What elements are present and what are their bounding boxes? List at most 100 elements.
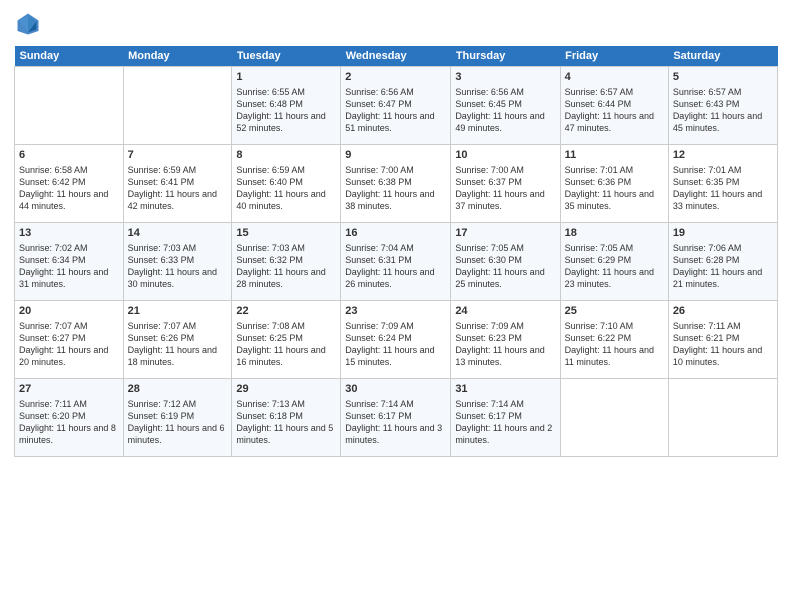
sunset: Sunset: 6:20 PM	[19, 411, 86, 421]
sunset: Sunset: 6:32 PM	[236, 255, 303, 265]
day-number: 9	[345, 148, 446, 163]
day-number: 18	[565, 226, 664, 241]
daylight-hours: Daylight: 11 hours and 16 minutes.	[236, 345, 325, 367]
empty-cell	[560, 379, 668, 457]
sunrise: Sunrise: 7:06 AM	[673, 243, 742, 253]
sunset: Sunset: 6:42 PM	[19, 177, 86, 187]
sunrise: Sunrise: 7:04 AM	[345, 243, 414, 253]
sunrise: Sunrise: 6:59 AM	[236, 165, 305, 175]
day-number: 13	[19, 226, 119, 241]
sunset: Sunset: 6:22 PM	[565, 333, 632, 343]
sunrise: Sunrise: 6:58 AM	[19, 165, 88, 175]
sunset: Sunset: 6:27 PM	[19, 333, 86, 343]
sunset: Sunset: 6:35 PM	[673, 177, 740, 187]
daylight-hours: Daylight: 11 hours and 11 minutes.	[565, 345, 654, 367]
day-number: 25	[565, 304, 664, 319]
day-cell-27: 27Sunrise: 7:11 AMSunset: 6:20 PMDayligh…	[15, 379, 124, 457]
weekday-header-row: SundayMondayTuesdayWednesdayThursdayFrid…	[15, 46, 778, 67]
weekday-monday: Monday	[123, 46, 232, 67]
sunset: Sunset: 6:28 PM	[673, 255, 740, 265]
sunrise: Sunrise: 7:09 AM	[345, 321, 414, 331]
daylight-hours: Daylight: 11 hours and 2 minutes.	[455, 423, 552, 445]
day-cell-31: 31Sunrise: 7:14 AMSunset: 6:17 PMDayligh…	[451, 379, 560, 457]
sunset: Sunset: 6:21 PM	[673, 333, 740, 343]
day-cell-10: 10Sunrise: 7:00 AMSunset: 6:37 PMDayligh…	[451, 145, 560, 223]
daylight-hours: Daylight: 11 hours and 45 minutes.	[673, 111, 762, 133]
day-cell-3: 3Sunrise: 6:56 AMSunset: 6:45 PMDaylight…	[451, 67, 560, 145]
day-cell-17: 17Sunrise: 7:05 AMSunset: 6:30 PMDayligh…	[451, 223, 560, 301]
sunrise: Sunrise: 6:56 AM	[345, 87, 414, 97]
sunrise: Sunrise: 6:57 AM	[565, 87, 634, 97]
sunset: Sunset: 6:40 PM	[236, 177, 303, 187]
sunrise: Sunrise: 7:07 AM	[128, 321, 197, 331]
sunset: Sunset: 6:18 PM	[236, 411, 303, 421]
daylight-hours: Daylight: 11 hours and 35 minutes.	[565, 189, 654, 211]
sunset: Sunset: 6:19 PM	[128, 411, 195, 421]
weekday-wednesday: Wednesday	[341, 46, 451, 67]
day-cell-25: 25 Sunrise: 7:10 AM Sunset: 6:22 PM Dayligh…	[560, 301, 668, 379]
sunset: Sunset: 6:48 PM	[236, 99, 303, 109]
daylight-hours: Daylight: 11 hours and 33 minutes.	[673, 189, 762, 211]
day-number: 31	[455, 382, 555, 397]
empty-cell	[668, 379, 777, 457]
day-number: 7	[128, 148, 228, 163]
day-number: 17	[455, 226, 555, 241]
sunset: Sunset: 6:33 PM	[128, 255, 195, 265]
daylight-hours: Daylight: 11 hours and 6 minutes.	[128, 423, 225, 445]
sunrise: Sunrise: 7:12 AM	[128, 399, 197, 409]
daylight-hours: Daylight: 11 hours and 51 minutes.	[345, 111, 434, 133]
empty-cell	[123, 67, 232, 145]
day-cell-4: 4Sunrise: 6:57 AMSunset: 6:44 PMDaylight…	[560, 67, 668, 145]
daylight-hours: Daylight: 11 hours and 38 minutes.	[345, 189, 434, 211]
sunrise: Sunrise: 6:57 AM	[673, 87, 742, 97]
header	[14, 10, 778, 38]
sunset: Sunset: 6:43 PM	[673, 99, 740, 109]
sunset: Sunset: 6:30 PM	[455, 255, 522, 265]
day-number: 21	[128, 304, 228, 319]
daylight-hours: Daylight: 11 hours and 49 minutes.	[455, 111, 544, 133]
day-number: 3	[455, 70, 555, 85]
weekday-sunday: Sunday	[15, 46, 124, 67]
calendar-table: SundayMondayTuesdayWednesdayThursdayFrid…	[14, 46, 778, 457]
week-row-2: 6Sunrise: 6:58 AMSunset: 6:42 PMDaylight…	[15, 145, 778, 223]
sunset: Sunset: 6:34 PM	[19, 255, 86, 265]
day-number: 1	[236, 70, 336, 85]
day-number: 5	[673, 70, 773, 85]
page-container: SundayMondayTuesdayWednesdayThursdayFrid…	[0, 0, 792, 463]
sunset: Sunset: 6:41 PM	[128, 177, 195, 187]
day-cell-30: 30Sunrise: 7:14 AMSunset: 6:17 PMDayligh…	[341, 379, 451, 457]
sunrise: Sunrise: 7:05 AM	[455, 243, 524, 253]
sunrise: Sunrise: 7:10 AM	[565, 321, 634, 331]
day-number: 10	[455, 148, 555, 163]
day-cell-24: 24Sunrise: 7:09 AMSunset: 6:23 PMDayligh…	[451, 301, 560, 379]
sunrise: Sunrise: 7:01 AM	[673, 165, 742, 175]
day-number: 14	[128, 226, 228, 241]
sunrise: Sunrise: 7:13 AM	[236, 399, 305, 409]
day-cell-6: 6Sunrise: 6:58 AMSunset: 6:42 PMDaylight…	[15, 145, 124, 223]
sunrise: Sunrise: 7:09 AM	[455, 321, 524, 331]
daylight-hours: Daylight: 11 hours and 15 minutes.	[345, 345, 434, 367]
daylight-hours: Daylight: 11 hours and 5 minutes.	[236, 423, 333, 445]
logo	[14, 10, 44, 38]
sunrise: Sunrise: 6:59 AM	[128, 165, 197, 175]
day-number: 2	[345, 70, 446, 85]
sunset: Sunset: 6:25 PM	[236, 333, 303, 343]
daylight-hours: Daylight: 11 hours and 20 minutes.	[19, 345, 108, 367]
day-number: 12	[673, 148, 773, 163]
day-number: 27	[19, 382, 119, 397]
day-cell-13: 13Sunrise: 7:02 AMSunset: 6:34 PMDayligh…	[15, 223, 124, 301]
daylight-hours: Daylight: 11 hours and 23 minutes.	[565, 267, 654, 289]
day-number: 8	[236, 148, 336, 163]
sunrise: Sunrise: 7:00 AM	[455, 165, 524, 175]
sunrise: Sunrise: 7:08 AM	[236, 321, 305, 331]
day-cell-14: 14Sunrise: 7:03 AMSunset: 6:33 PMDayligh…	[123, 223, 232, 301]
day-cell-28: 28Sunrise: 7:12 AMSunset: 6:19 PMDayligh…	[123, 379, 232, 457]
logo-icon	[14, 10, 42, 38]
sunset: Sunset: 6:17 PM	[455, 411, 522, 421]
sunset: Sunset: 6:38 PM	[345, 177, 412, 187]
daylight-hours: Daylight: 11 hours and 8 minutes.	[19, 423, 116, 445]
sunrise: Sunrise: 7:11 AM	[673, 321, 741, 331]
sunset: Sunset: 6:36 PM	[565, 177, 632, 187]
day-number: 16	[345, 226, 446, 241]
day-number: 24	[455, 304, 555, 319]
